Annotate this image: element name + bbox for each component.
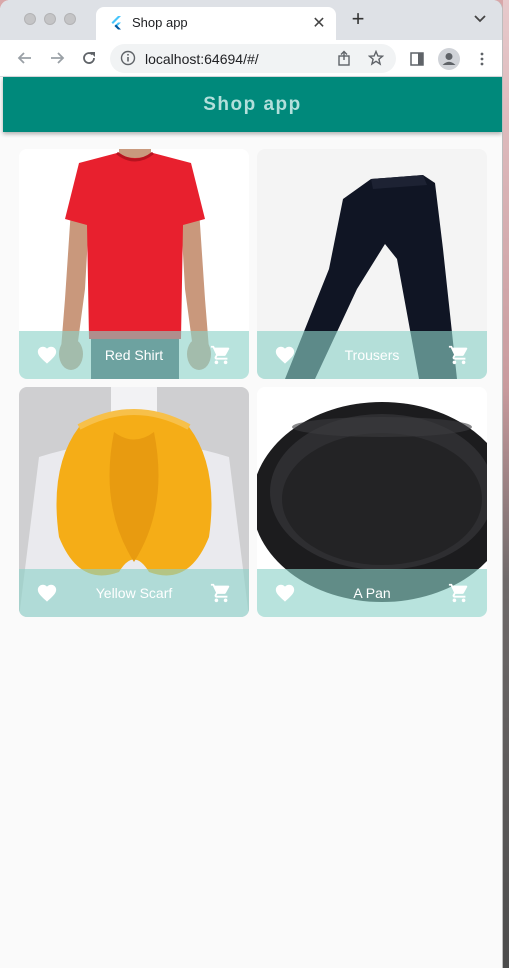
bookmark-star-icon[interactable] [368, 50, 384, 66]
side-panel-icon[interactable] [409, 51, 425, 67]
profile-avatar[interactable] [438, 48, 460, 70]
product-title: Yellow Scarf [95, 585, 173, 601]
person-icon [442, 53, 456, 65]
tile-footer: A Pan [257, 569, 487, 617]
flutter-icon [111, 16, 121, 30]
add-to-cart-icon[interactable] [210, 344, 232, 366]
desktop-background [503, 0, 509, 968]
app-title: Shop app [203, 94, 302, 115]
zoom-window-button[interactable] [64, 13, 76, 25]
tab-bar: Shop app ✕ + [0, 0, 502, 40]
add-to-cart-icon[interactable] [448, 344, 470, 366]
product-tile[interactable]: Red Shirt [19, 149, 249, 379]
favorite-icon[interactable] [274, 344, 296, 366]
reload-icon[interactable] [80, 49, 98, 67]
add-to-cart-icon[interactable] [448, 582, 470, 604]
product-title: Red Shirt [104, 347, 164, 363]
add-to-cart-icon[interactable] [210, 582, 232, 604]
favorite-icon[interactable] [274, 582, 296, 604]
tile-footer: Yellow Scarf [19, 569, 249, 617]
more-menu-icon[interactable] [474, 51, 490, 67]
url-text: localhost:64694/#/ [145, 51, 259, 67]
product-title: Trousers [344, 347, 400, 363]
favorite-icon[interactable] [36, 344, 58, 366]
browser-tab[interactable]: Shop app ✕ [96, 7, 336, 40]
product-tile[interactable]: A Pan [257, 387, 487, 617]
product-tile[interactable]: Yellow Scarf [19, 387, 249, 617]
tab-search-icon[interactable] [472, 10, 488, 26]
share-icon[interactable] [336, 50, 352, 66]
tab-close-button[interactable]: ✕ [310, 13, 328, 33]
minimize-window-button[interactable] [44, 13, 56, 25]
browser-window: Shop app ✕ + localhost:64694/#/ Shop app… [0, 0, 503, 968]
app-bar: Shop app [3, 77, 502, 132]
product-title: A Pan [353, 585, 391, 601]
tile-footer: Trousers [257, 331, 487, 379]
new-tab-button[interactable]: + [348, 8, 368, 30]
browser-toolbar: localhost:64694/#/ [0, 40, 502, 77]
product-tile[interactable]: Trousers [257, 149, 487, 379]
favorite-icon[interactable] [36, 582, 58, 604]
close-window-button[interactable] [24, 13, 36, 25]
site-info-icon[interactable] [120, 50, 136, 66]
back-icon[interactable] [16, 49, 34, 67]
tile-footer: Red Shirt [19, 331, 249, 379]
forward-icon[interactable] [48, 49, 66, 67]
address-bar[interactable]: localhost:64694/#/ [110, 44, 396, 73]
tab-title: Shop app [132, 15, 188, 30]
